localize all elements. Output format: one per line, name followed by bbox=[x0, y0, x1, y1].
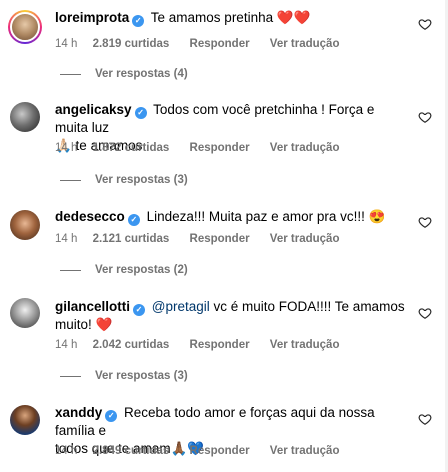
heart-outline-icon[interactable] bbox=[418, 306, 432, 320]
comment-text: Receba todo amor e forças aqui da nossa … bbox=[55, 405, 375, 438]
divider-line bbox=[60, 179, 81, 181]
comment-username[interactable]: xanddy bbox=[55, 405, 102, 420]
comment-username[interactable]: dedesecco bbox=[55, 209, 125, 224]
view-replies-button[interactable]: Ver respostas (2) bbox=[60, 264, 188, 276]
comment-time[interactable]: 14 h bbox=[55, 38, 77, 50]
comment-likes[interactable]: 2.819 curtidas bbox=[93, 38, 170, 50]
comment-time[interactable]: 14 h bbox=[55, 339, 77, 351]
comment-meta: 14 h 2.819 curtidas Responder Ver traduç… bbox=[55, 38, 339, 50]
avatar[interactable] bbox=[10, 405, 40, 435]
translate-button[interactable]: Ver tradução bbox=[270, 339, 340, 351]
view-replies-label: Ver respostas (2) bbox=[95, 264, 188, 276]
translate-button[interactable]: Ver tradução bbox=[270, 233, 340, 245]
comment-body: loreimprota ✓ Te amamos pretinha ❤️❤️ bbox=[55, 9, 405, 27]
comment-time[interactable]: 14 h bbox=[55, 445, 77, 457]
avatar[interactable] bbox=[10, 210, 40, 240]
divider-line bbox=[60, 375, 81, 377]
reply-button[interactable]: Responder bbox=[190, 339, 250, 351]
comment-time[interactable]: 14 h bbox=[55, 233, 77, 245]
comment-emoji: ❤️❤️ bbox=[276, 10, 311, 25]
reply-button[interactable]: Responder bbox=[190, 38, 250, 50]
comment-username[interactable]: gilancellotti bbox=[55, 299, 130, 314]
comment-time[interactable]: 14 h bbox=[55, 142, 77, 154]
avatar[interactable] bbox=[8, 10, 42, 44]
comment-text: Lindeza!!! Muita paz e amor pra vc!!! 😍 bbox=[146, 209, 386, 224]
heart-outline-icon[interactable] bbox=[418, 17, 432, 31]
comment-likes[interactable]: 1.872 curtidas bbox=[93, 142, 170, 154]
avatar[interactable] bbox=[10, 298, 40, 328]
comment-body: gilancellotti ✓ @pretagil vc é muito FODA… bbox=[55, 298, 405, 334]
translate-button[interactable]: Ver tradução bbox=[270, 445, 340, 457]
translate-button[interactable]: Ver tradução bbox=[270, 38, 340, 50]
reply-button[interactable]: Responder bbox=[190, 445, 250, 457]
comment-likes[interactable]: 2.121 curtidas bbox=[93, 233, 170, 245]
verified-badge-icon: ✓ bbox=[134, 107, 147, 119]
comment-body: dedesecco ✓ Lindeza!!! Muita paz e amor p… bbox=[55, 208, 405, 226]
heart-outline-icon[interactable] bbox=[418, 110, 432, 124]
verified-badge-icon: ✓ bbox=[105, 410, 118, 422]
comment-username[interactable]: loreimprota bbox=[55, 10, 129, 25]
reply-button[interactable]: Responder bbox=[190, 233, 250, 245]
comment-meta: 14 h 2.121 curtidas Responder Ver traduç… bbox=[55, 233, 339, 245]
comment-meta: 14 h 2.042 curtidas Responder Ver traduç… bbox=[55, 339, 339, 351]
comment-username[interactable]: angelicaksy bbox=[55, 102, 132, 117]
translate-button[interactable]: Ver tradução bbox=[270, 142, 340, 154]
reply-button[interactable]: Responder bbox=[190, 142, 250, 154]
verified-badge-icon: ✓ bbox=[127, 214, 140, 226]
verified-badge-icon: ✓ bbox=[132, 15, 145, 27]
view-replies-label: Ver respostas (4) bbox=[95, 68, 188, 80]
comment-meta: 14 h 2.849 curtidas Responder Ver traduç… bbox=[55, 445, 339, 457]
heart-outline-icon[interactable] bbox=[418, 412, 432, 426]
view-replies-label: Ver respostas (3) bbox=[95, 174, 188, 186]
divider-line bbox=[60, 73, 81, 75]
comment-text: Te amamos pretinha bbox=[150, 10, 277, 25]
view-replies-button[interactable]: Ver respostas (3) bbox=[60, 370, 188, 382]
divider-line bbox=[60, 269, 81, 271]
comment-meta: 14 h 1.872 curtidas Responder Ver traduç… bbox=[55, 142, 339, 154]
comment-mention[interactable]: @pretagil bbox=[152, 299, 210, 314]
comment-likes[interactable]: 2.042 curtidas bbox=[93, 339, 170, 351]
comment-likes[interactable]: 2.849 curtidas bbox=[93, 445, 170, 457]
view-replies-label: Ver respostas (3) bbox=[95, 370, 188, 382]
view-replies-button[interactable]: Ver respostas (3) bbox=[60, 174, 188, 186]
comment-text: vc é muito FODA!!!! Te amamos bbox=[209, 299, 405, 314]
comment-text-line2: muito! ❤️ bbox=[55, 317, 113, 332]
verified-badge-icon: ✓ bbox=[133, 304, 146, 316]
view-replies-button[interactable]: Ver respostas (4) bbox=[60, 68, 188, 80]
heart-outline-icon[interactable] bbox=[418, 215, 432, 229]
avatar[interactable] bbox=[10, 102, 40, 132]
